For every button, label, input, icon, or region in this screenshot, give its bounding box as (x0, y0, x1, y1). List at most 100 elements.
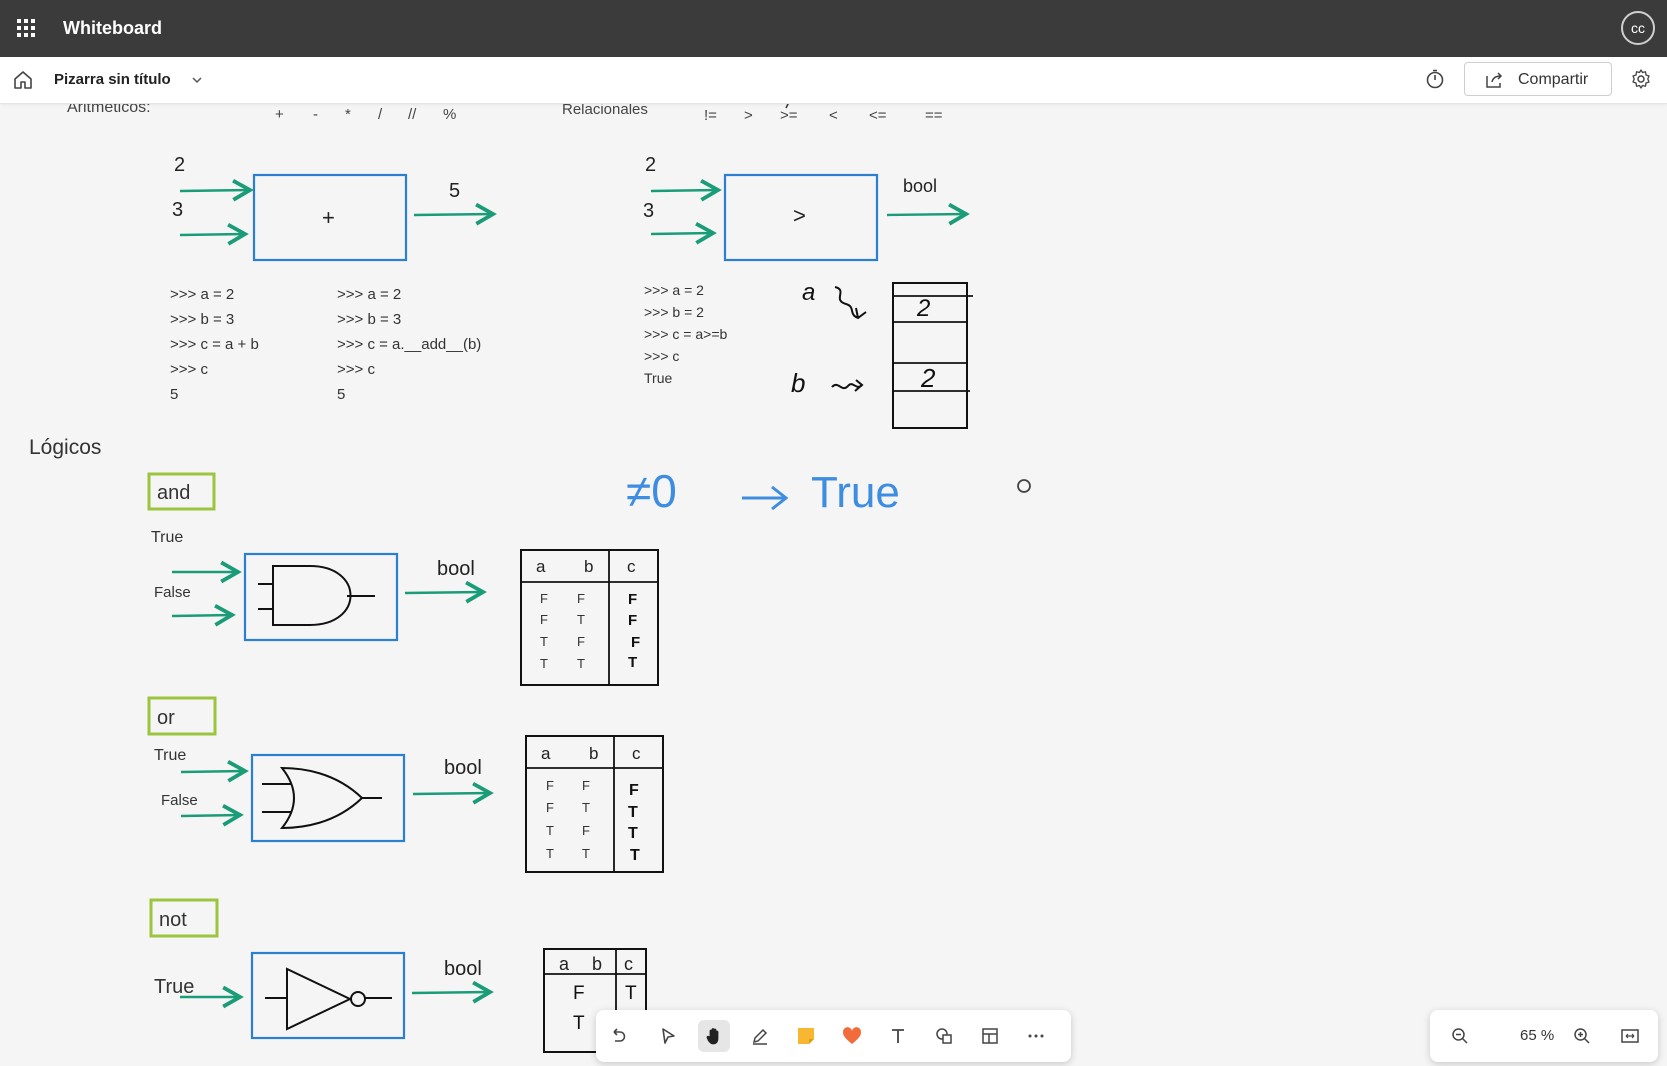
undo-icon[interactable] (602, 1020, 634, 1052)
arith-op: * (345, 106, 351, 123)
user-avatar[interactable]: cc (1621, 11, 1655, 45)
arith-op: / (378, 106, 383, 123)
zoom-in-icon[interactable] (1566, 1020, 1598, 1052)
memory-sketch: a b 2 2 (791, 279, 973, 429)
text-icon[interactable] (882, 1020, 914, 1052)
truth-cell: F (540, 612, 548, 627)
zoom-controls: 65 % (1430, 1010, 1658, 1062)
whiteboard-canvas[interactable]: Aritmeticos: + - * / // % Relacionales !… (0, 104, 1667, 1066)
truth-cell: F (546, 778, 554, 793)
chevron-down-icon[interactable] (190, 73, 204, 87)
truth-result: T (628, 825, 638, 842)
truth-result: T (628, 654, 637, 671)
truth-cell: F (582, 823, 590, 838)
not-input-a: True (154, 976, 194, 998)
select-icon[interactable] (652, 1020, 684, 1052)
truth-result: F (628, 612, 637, 629)
cmp-output: bool (903, 176, 937, 196)
template-icon[interactable] (974, 1020, 1006, 1052)
relacionales-label: Relacionales (562, 104, 648, 118)
note-icon[interactable] (790, 1020, 822, 1052)
truth-cell: F (540, 591, 548, 606)
more-icon[interactable] (1020, 1020, 1052, 1052)
zoom-out-icon[interactable] (1444, 1020, 1476, 1052)
compare-diagram[interactable]: 2 3 > bool (643, 154, 970, 262)
rel-op: != (704, 107, 717, 124)
reaction-icon[interactable] (836, 1020, 868, 1052)
cmp-input-b: 3 (643, 200, 654, 222)
truth-cell: T (582, 846, 590, 861)
code-block-sum-1: >>> a = 2 >>> b = 3 >>> c = a + b >>> c … (170, 286, 259, 403)
home-icon[interactable] (12, 69, 34, 91)
truth-result: F (629, 782, 639, 799)
fit-to-screen-icon[interactable] (1614, 1020, 1646, 1052)
share-label: Compartir (1518, 71, 1589, 88)
arith-op: - (313, 106, 318, 123)
or-header: c (632, 744, 641, 763)
board-name[interactable]: Pizarra sin título (54, 71, 171, 88)
code-line: >>> a = 2 (170, 286, 234, 303)
zoom-level: 65 % (1520, 1027, 1555, 1044)
rel-op: <= (869, 107, 887, 124)
truth-cell: F (582, 778, 590, 793)
rel-op: < (829, 107, 838, 124)
truth-cell: F (577, 591, 585, 606)
app-launcher-icon[interactable] (14, 16, 38, 40)
truth-cell: T (546, 846, 554, 861)
sum-diagram[interactable]: 2 3 + 5 (172, 154, 497, 262)
or-output: bool (444, 757, 482, 779)
memory-label-b: b (791, 368, 805, 398)
cursor-circle-icon (1017, 479, 1031, 493)
code-line: True (644, 370, 672, 386)
code-line: >>> c = a>=b (644, 326, 728, 342)
board-header: Pizarra sin título Compartir (0, 57, 1667, 104)
and-header: b (584, 557, 593, 576)
gear-icon[interactable] (1630, 68, 1652, 90)
or-gate-diagram[interactable]: or True False bool a b c F F F T T F T T… (147, 696, 664, 873)
truth-cell: T (540, 656, 548, 671)
truth-cell: T (577, 656, 585, 671)
code-block-compare: >>> a = 2 >>> b = 2 >>> c = a>=b >>> c T… (644, 282, 728, 386)
code-line: >>> c (337, 361, 375, 378)
cmp-operator: > (793, 203, 806, 228)
truth-cell: T (546, 823, 554, 838)
timer-icon[interactable] (1424, 68, 1446, 90)
and-output: bool (437, 558, 475, 580)
and-header: c (627, 557, 636, 576)
hand-icon[interactable] (698, 1020, 730, 1052)
code-block-sum-2: >>> a = 2 >>> b = 3 >>> c = a.__add__(b)… (337, 286, 481, 403)
nonzero-rhs: True (811, 468, 900, 517)
and-input-b: False (154, 584, 191, 601)
share-button[interactable]: Compartir (1464, 62, 1612, 96)
code-line: >>> c = a.__add__(b) (337, 336, 481, 353)
nonzero-note: ≠0 True (626, 465, 900, 517)
app-topbar: Whiteboard cc (0, 0, 1667, 57)
and-gate-diagram[interactable]: and True False bool a b c F F F T T F T (147, 472, 659, 686)
truth-cell: T (540, 634, 548, 649)
truth-result: T (628, 804, 638, 821)
truth-cell: F (546, 800, 554, 815)
code-line: 5 (337, 386, 345, 403)
code-line: >>> b = 3 (337, 311, 401, 328)
cmp-input-a: 2 (645, 154, 656, 176)
memory-label-a: a (802, 279, 815, 306)
truth-result: T (625, 983, 637, 1004)
aritmeticos-label: Aritmeticos: (67, 104, 151, 116)
not-gate-diagram[interactable]: not True bool a b c F T T (149, 898, 647, 1053)
arith-op: // (408, 106, 417, 123)
truth-cell: F (573, 983, 585, 1004)
not-header: a (559, 954, 570, 974)
shapes-icon[interactable] (928, 1020, 960, 1052)
pen-icon[interactable] (744, 1020, 776, 1052)
and-header: a (536, 557, 546, 576)
truth-cell: F (577, 634, 585, 649)
sum-input-a: 2 (174, 154, 185, 176)
code-line: >>> c = a + b (170, 336, 259, 353)
truth-result: F (628, 591, 637, 608)
code-line: >>> c (170, 361, 208, 378)
rel-op: > (744, 107, 753, 124)
sum-operator: + (322, 205, 335, 230)
arith-op: % (443, 106, 456, 123)
not-header: c (624, 954, 633, 974)
code-line: >>> b = 2 (644, 304, 704, 320)
